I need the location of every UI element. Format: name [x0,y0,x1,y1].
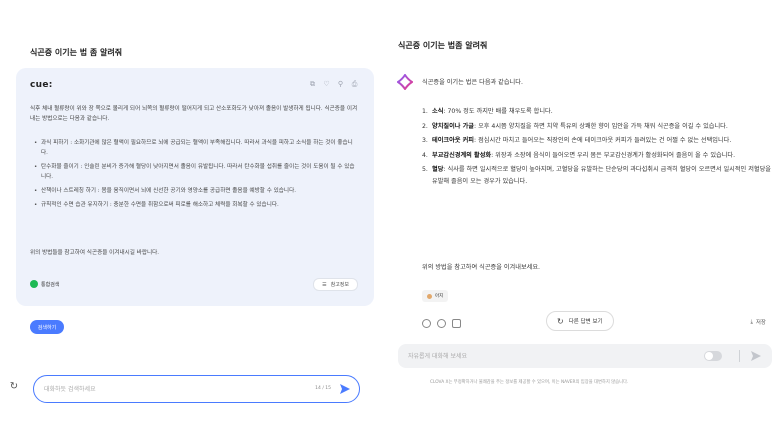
share-icon[interactable]: ⎙ [351,81,358,88]
cue-logo: cue: [30,80,53,90]
cue-answer-card: cue: ⧉ ♡ ⚲ ⎙ 식후 체내 혈류량이 위와 장 쪽으로 몰리게 되어 … [16,68,374,306]
reference-label: 참고정보 [330,282,349,288]
list-item: 2. 양치질이나 가글: 오후 4시쯤 양치질을 하면 치약 특유의 상쾌한 향이… [422,122,728,130]
save-label: 저장 [755,320,766,326]
right-outro-text: 위의 방법을 참고하여 식곤증을 이겨내보세요. [422,264,540,271]
regenerate-button[interactable]: ↻ 다른 답변 보기 [546,311,614,331]
list-item: 산책이나 스트레칭 하기 : 몸을 움직이면서 뇌에 신선한 공기와 영양소를 … [34,186,358,196]
left-pane: 식곤증 이기는 법 좀 알려줘 cue: ⧉ ♡ ⚲ ⎙ 식후 체내 혈류량이 … [0,0,390,439]
mode-toggle[interactable] [704,351,722,361]
divider [739,350,740,362]
right-chat-input-box [398,344,772,368]
reference-button[interactable]: ☰ 참고정보 [313,278,358,291]
left-chat-input-box: 14 / 15 [33,375,360,403]
chip-label: 아지 [435,294,444,299]
send-icon[interactable] [750,350,762,362]
right-answer-list: 1. 소식: 70% 정도 까지만 배를 채우도록 합니다. 2. 양치질이나 가글… [422,106,772,190]
source-button[interactable]: 통합검색 [30,280,59,288]
left-chat-input[interactable] [44,383,284,396]
skill-chip[interactable]: 아지 [422,290,449,302]
right-pane: 식곤증 이기는 법좀 알려줘 식곤증을 이기는 법은 다음과 같습니다. 1. 소… [390,0,780,439]
list-item: 탄수화물 줄이기 : 인슐린 분비가 증가해 혈당이 낮아지면서 졸음이 유발됩… [34,162,358,182]
source-label: 통합검색 [41,281,60,288]
list-item: 규칙적인 수면 습관 유지하기 : 충분한 수면을 취함으로써 피로를 해소하고… [34,200,358,210]
refresh-icon: ↻ [557,316,564,326]
left-intro-text: 식후 체내 혈류량이 위와 장 쪽으로 몰리게 되어 뇌쪽의 혈류량이 떨어지게… [30,106,358,122]
list-item: 3. 테이크아웃 커피: 점심시간 마치고 들어오는 직장인의 손에 테이크아웃 … [422,137,732,144]
answer-actions [422,319,461,328]
thumbs-up-icon[interactable] [422,319,431,328]
thumbs-up-icon[interactable]: ♡ [323,81,330,88]
list-item: 과식 피하기 : 소화기관에 많은 혈액이 필요하므로 뇌에 공급되는 혈액이 … [34,138,358,158]
send-icon[interactable] [339,383,351,395]
save-button[interactable]: ⤓ 저장 [750,318,766,327]
left-bullet-list: 과식 피하기 : 소화기관에 많은 혈액이 필요하므로 뇌에 공급되는 혈액이 … [34,138,358,214]
avatar [427,293,432,299]
list-item: 1. 소식: 70% 정도 까지만 배를 채우도록 합니다. [422,108,553,115]
list-item: 4. 부교감신경계의 활성화: 위장과 소장에 음식이 들어오면 우리 몸은 부교… [422,151,736,159]
clova-x-logo-icon [397,74,413,90]
char-counter: 14 / 15 [315,386,331,391]
save-icon: ⤓ [750,318,753,325]
disclaimer-text: CLOVA X는 부정확하거나 불쾌감을 주는 정보를 제공할 수 있으며, 이… [430,380,629,385]
copy-icon[interactable] [452,319,461,328]
list-item: 5. 혈당: 식사를 하면 일시적으로 혈당이 높아지며, 고혈당을 유발하는 단… [422,166,771,185]
naver-source-icon [30,280,38,288]
thumbs-down-icon[interactable] [437,319,446,328]
split-view: 식곤증 이기는 법 좀 알려줘 cue: ⧉ ♡ ⚲ ⎙ 식후 체내 혈류량이 … [0,0,780,439]
pin-icon[interactable]: ⚲ [337,81,344,88]
refresh-icon[interactable]: ↻ [8,381,20,393]
left-outro-text: 위의 방법들을 참고하여 식곤증을 이겨내시길 바랍니다. [30,250,160,256]
search-button[interactable]: 검색하기 [30,320,64,334]
regenerate-label: 다른 답변 보기 [568,319,603,325]
right-chat-input[interactable] [408,350,658,362]
copy-icon[interactable]: ⧉ [309,81,316,88]
right-query-title: 식곤증 이기는 법좀 알려줘 [398,41,488,50]
card-toolbar: ⧉ ♡ ⚲ ⎙ [309,81,358,88]
list-icon: ☰ [322,281,327,288]
left-query-title: 식곤증 이기는 법 좀 알려줘 [30,48,123,57]
right-intro-text: 식곤증을 이기는 법은 다음과 같습니다. [422,79,523,86]
